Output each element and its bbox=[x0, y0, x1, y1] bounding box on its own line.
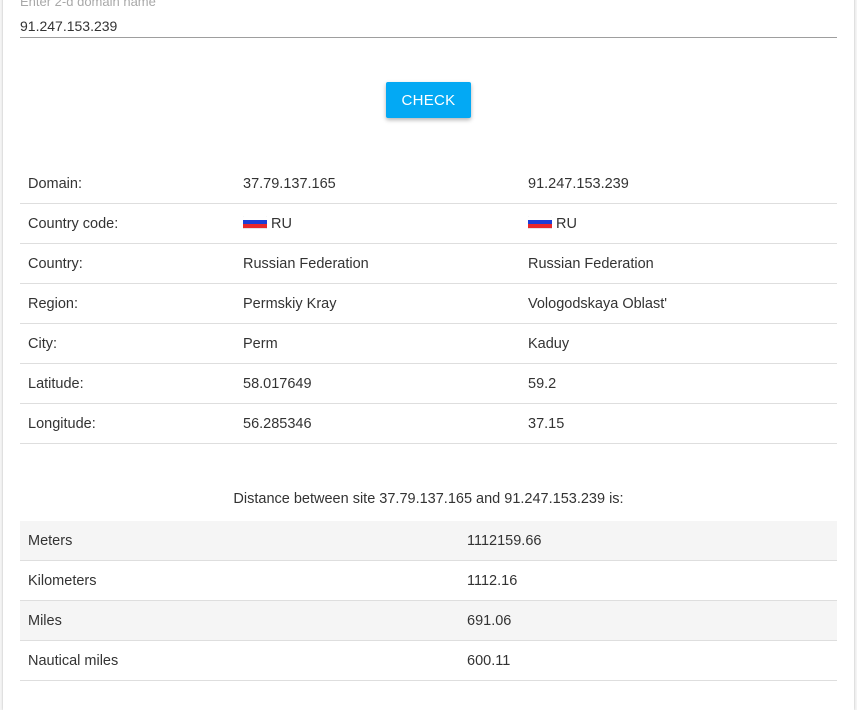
distance-unit-meters: Meters bbox=[20, 521, 459, 561]
table-row: City: Perm Kaduy bbox=[20, 323, 837, 364]
distance-value-kilometers: 1112.16 bbox=[459, 560, 837, 601]
country-value-b: Russian Federation bbox=[520, 243, 837, 284]
city-value-b: Kaduy bbox=[520, 323, 837, 364]
table-row: Meters 1112159.66 bbox=[20, 521, 837, 561]
flag-ru-icon bbox=[528, 215, 552, 229]
distance-unit-nautical-miles: Nautical miles bbox=[20, 640, 459, 681]
check-button[interactable]: CHECK bbox=[386, 82, 471, 118]
row-label-city: City: bbox=[20, 323, 235, 364]
domain-value-b: 91.247.153.239 bbox=[520, 164, 837, 204]
country-code-cell-a: RU bbox=[235, 203, 520, 244]
table-row: Country: Russian Federation Russian Fede… bbox=[20, 243, 837, 284]
geo-info-table: Domain: 37.79.137.165 91.247.153.239 Cou… bbox=[20, 164, 837, 444]
distance-value-miles: 691.06 bbox=[459, 600, 837, 641]
distance-value-meters: 1112159.66 bbox=[459, 521, 837, 561]
row-label-region: Region: bbox=[20, 283, 235, 324]
country-code-value-b: RU bbox=[556, 215, 577, 232]
longitude-value-a: 56.285346 bbox=[235, 403, 520, 444]
domain-field-label: Enter 2-d domain name bbox=[20, 0, 156, 9]
distance-title: Distance between site 37.79.137.165 and … bbox=[233, 491, 624, 507]
longitude-value-b: 37.15 bbox=[520, 403, 837, 444]
region-value-b: Vologodskaya Oblast' bbox=[520, 283, 837, 324]
row-label-country-code: Country code: bbox=[20, 203, 235, 244]
distance-unit-miles: Miles bbox=[20, 600, 459, 641]
country-code-value-a: RU bbox=[271, 215, 292, 232]
domain-value-a: 37.79.137.165 bbox=[235, 164, 520, 204]
country-code-cell-b: RU bbox=[520, 203, 837, 244]
distance-table: Meters 1112159.66 Kilometers 1112.16 Mil… bbox=[20, 521, 837, 681]
table-row: Domain: 37.79.137.165 91.247.153.239 bbox=[20, 164, 837, 204]
table-row: Nautical miles 600.11 bbox=[20, 640, 837, 681]
table-row: Region: Permskiy Kray Vologodskaya Oblas… bbox=[20, 283, 837, 324]
city-value-a: Perm bbox=[235, 323, 520, 364]
latitude-value-b: 59.2 bbox=[520, 363, 837, 404]
table-row: Longitude: 56.285346 37.15 bbox=[20, 403, 837, 444]
country-value-a: Russian Federation bbox=[235, 243, 520, 284]
region-value-a: Permskiy Kray bbox=[235, 283, 520, 324]
table-row: Latitude: 58.017649 59.2 bbox=[20, 363, 837, 404]
distance-value-nautical-miles: 600.11 bbox=[459, 640, 837, 681]
row-label-latitude: Latitude: bbox=[20, 363, 235, 404]
table-row: Kilometers 1112.16 bbox=[20, 560, 837, 601]
row-label-domain: Domain: bbox=[20, 164, 235, 204]
row-label-country: Country: bbox=[20, 243, 235, 284]
table-row: Country code: RU RU bbox=[20, 203, 837, 244]
flag-ru-icon bbox=[243, 215, 267, 229]
domain-input[interactable] bbox=[20, 15, 837, 38]
table-row: Miles 691.06 bbox=[20, 600, 837, 641]
distance-unit-kilometers: Kilometers bbox=[20, 560, 459, 601]
row-label-longitude: Longitude: bbox=[20, 403, 235, 444]
latitude-value-a: 58.017649 bbox=[235, 363, 520, 404]
domain-field: Enter 2-d domain name bbox=[20, 0, 837, 39]
